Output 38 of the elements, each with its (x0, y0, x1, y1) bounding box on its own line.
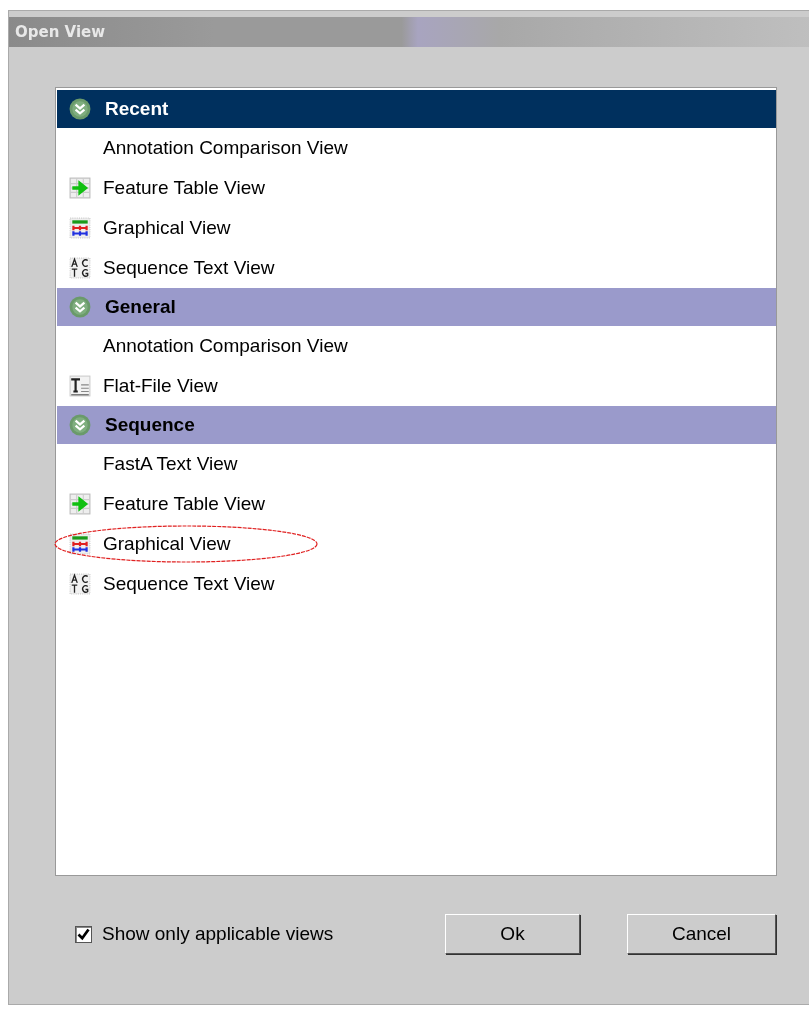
view-label: FastA Text View (103, 453, 238, 475)
view-item[interactable]: Flat-File View (57, 366, 776, 406)
table-arrow-icon (69, 493, 91, 515)
group-header[interactable]: Sequence (57, 406, 776, 444)
view-item[interactable]: Feature Table View (57, 168, 776, 208)
text-file-icon (69, 375, 91, 397)
view-label: Flat-File View (103, 375, 218, 397)
view-label: Annotation Comparison View (103, 137, 348, 159)
window-title: Open View (14, 23, 106, 41)
view-item[interactable]: Graphical View (57, 524, 776, 564)
view-item[interactable]: Feature Table View (57, 484, 776, 524)
dialog-button[interactable]: Ok (445, 914, 580, 954)
graph-view-icon (69, 533, 91, 555)
checkbox-label: Show only applicable views (102, 923, 334, 945)
checkbox[interactable] (75, 925, 92, 943)
letters-icon (69, 257, 91, 279)
view-label: Sequence Text View (103, 573, 275, 595)
view-item[interactable]: FastA Text View (57, 444, 776, 484)
view-label: Annotation Comparison View (103, 335, 348, 357)
graph-view-icon (69, 217, 91, 239)
table-arrow-icon (69, 177, 91, 199)
view-label: Feature Table View (103, 177, 265, 199)
view-item[interactable]: Annotation Comparison View (57, 128, 776, 168)
group-header[interactable]: Recent (57, 90, 776, 128)
chevron-down-icon (69, 296, 91, 318)
view-label: Sequence Text View (103, 257, 275, 279)
chevron-down-icon (69, 414, 91, 436)
chevron-down-icon (69, 98, 91, 120)
view-item[interactable]: Sequence Text View (57, 564, 776, 604)
dialog-button[interactable]: Cancel (627, 914, 776, 954)
group-header[interactable]: General (57, 288, 776, 326)
view-label: Feature Table View (103, 493, 265, 515)
view-item[interactable]: Graphical View (57, 208, 776, 248)
view-label: Graphical View (103, 217, 231, 239)
view-item[interactable]: Annotation Comparison View (57, 326, 776, 366)
letters-icon (69, 573, 91, 595)
view-label: Graphical View (103, 533, 231, 555)
view-item[interactable]: Sequence Text View (57, 248, 776, 288)
